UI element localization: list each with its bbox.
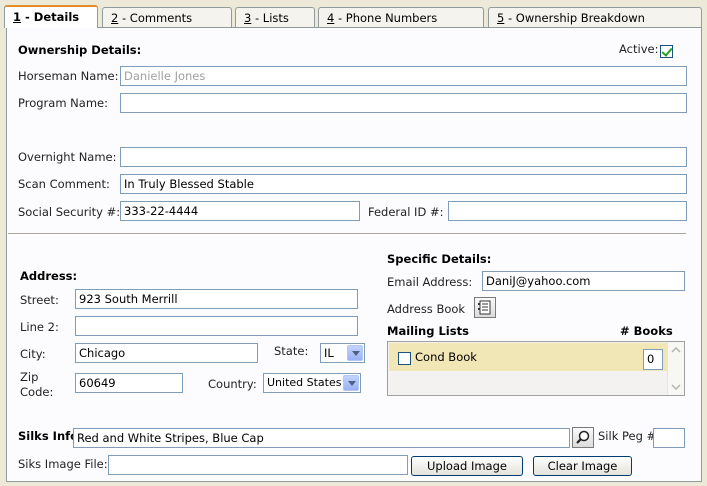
- federal-id-field[interactable]: [448, 201, 687, 221]
- state-value: IL: [324, 346, 334, 360]
- books-heading: # Books: [620, 324, 673, 338]
- email-address-label: Email Address:: [387, 275, 473, 289]
- street-field[interactable]: 923 South Merrill: [75, 289, 358, 309]
- active-checkbox[interactable]: [660, 45, 673, 58]
- ownership-details-heading: Ownership Details:: [18, 43, 142, 57]
- country-label: Country:: [208, 377, 257, 391]
- active-label: Active:: [619, 42, 659, 56]
- email-address-field[interactable]: DaniJ@yahoo.com: [482, 271, 685, 291]
- zip-code-field[interactable]: 60649: [75, 373, 183, 393]
- tab-label: - Comments: [118, 11, 193, 25]
- city-label: City:: [20, 347, 46, 361]
- social-security-field[interactable]: 333-22-4444: [120, 201, 360, 221]
- upload-image-button[interactable]: Upload Image: [411, 456, 523, 476]
- mailing-scrollbar[interactable]: [667, 342, 684, 395]
- tab-key: 1: [13, 10, 22, 24]
- street-label: Street:: [20, 293, 59, 307]
- section-divider: [8, 233, 686, 235]
- mailing-item-name: Cond Book: [415, 350, 477, 364]
- horseman-name-label: Horseman Name:: [18, 69, 119, 83]
- address-book-button[interactable]: [474, 297, 496, 318]
- city-field[interactable]: Chicago: [75, 343, 258, 363]
- scroll-down-icon[interactable]: [668, 380, 684, 394]
- silks-search-button[interactable]: [572, 427, 594, 448]
- zip-label-line2: Code:: [20, 385, 54, 399]
- state-select[interactable]: IL: [320, 343, 365, 363]
- tab-label: - Ownership Breakdown: [504, 11, 645, 25]
- address-book-label: Address Book: [387, 302, 466, 316]
- list-item[interactable]: Cond Book 0: [389, 343, 667, 371]
- tab-label: - Phone Numbers: [334, 11, 438, 25]
- line2-field[interactable]: [75, 316, 358, 336]
- books-count-field[interactable]: 0: [643, 349, 663, 370]
- scan-comment-label: Scan Comment:: [18, 177, 110, 191]
- mailing-lists-heading: Mailing Lists: [387, 324, 469, 338]
- address-heading: Address:: [20, 269, 78, 283]
- magnifier-icon: [576, 430, 590, 444]
- tab-ownership-breakdown[interactable]: 5 - Ownership Breakdown: [488, 7, 702, 27]
- country-value: United States: [267, 376, 342, 389]
- scan-comment-field[interactable]: In Truly Blessed Stable: [120, 174, 687, 194]
- silk-peg-field[interactable]: [653, 428, 685, 448]
- tab-phone-numbers[interactable]: 4 - Phone Numbers: [318, 7, 484, 27]
- tab-comments[interactable]: 2 - Comments: [102, 7, 232, 27]
- program-name-label: Program Name:: [18, 96, 108, 110]
- line2-label: Line 2:: [20, 320, 59, 334]
- silks-info-field[interactable]: Red and White Stripes, Blue Cap: [73, 428, 570, 448]
- horseman-name-field[interactable]: Danielle Jones: [120, 66, 687, 86]
- program-name-field[interactable]: [120, 93, 687, 113]
- tab-details[interactable]: 1 - Details: [4, 5, 98, 28]
- overnight-name-label: Overnight Name:: [18, 150, 117, 164]
- federal-id-label: Federal ID #:: [368, 205, 444, 219]
- chevron-down-icon[interactable]: [343, 375, 359, 391]
- scroll-up-icon[interactable]: [668, 343, 684, 357]
- state-label: State:: [274, 344, 309, 358]
- social-security-label: Social Security #:: [18, 205, 121, 219]
- tab-lists[interactable]: 3 - Lists: [235, 7, 315, 27]
- tab-label: - Lists: [251, 11, 289, 25]
- country-select[interactable]: United States: [263, 373, 361, 393]
- specific-details-heading: Specific Details:: [387, 252, 492, 266]
- zip-label-line1: Zip: [20, 370, 39, 384]
- silk-peg-label: Silk Peg #: [598, 429, 657, 443]
- silks-image-file-field[interactable]: [108, 455, 408, 475]
- clear-image-button[interactable]: Clear Image: [533, 456, 632, 476]
- chevron-down-icon[interactable]: [347, 345, 363, 361]
- tab-label: - Details: [21, 10, 80, 24]
- address-book-icon: [478, 300, 491, 315]
- mailing-lists-box: Cond Book 0: [387, 341, 685, 396]
- silks-image-file-label: Siks Image File:: [18, 457, 108, 471]
- mailing-item-checkbox[interactable]: [398, 352, 411, 365]
- overnight-name-field[interactable]: [120, 147, 687, 167]
